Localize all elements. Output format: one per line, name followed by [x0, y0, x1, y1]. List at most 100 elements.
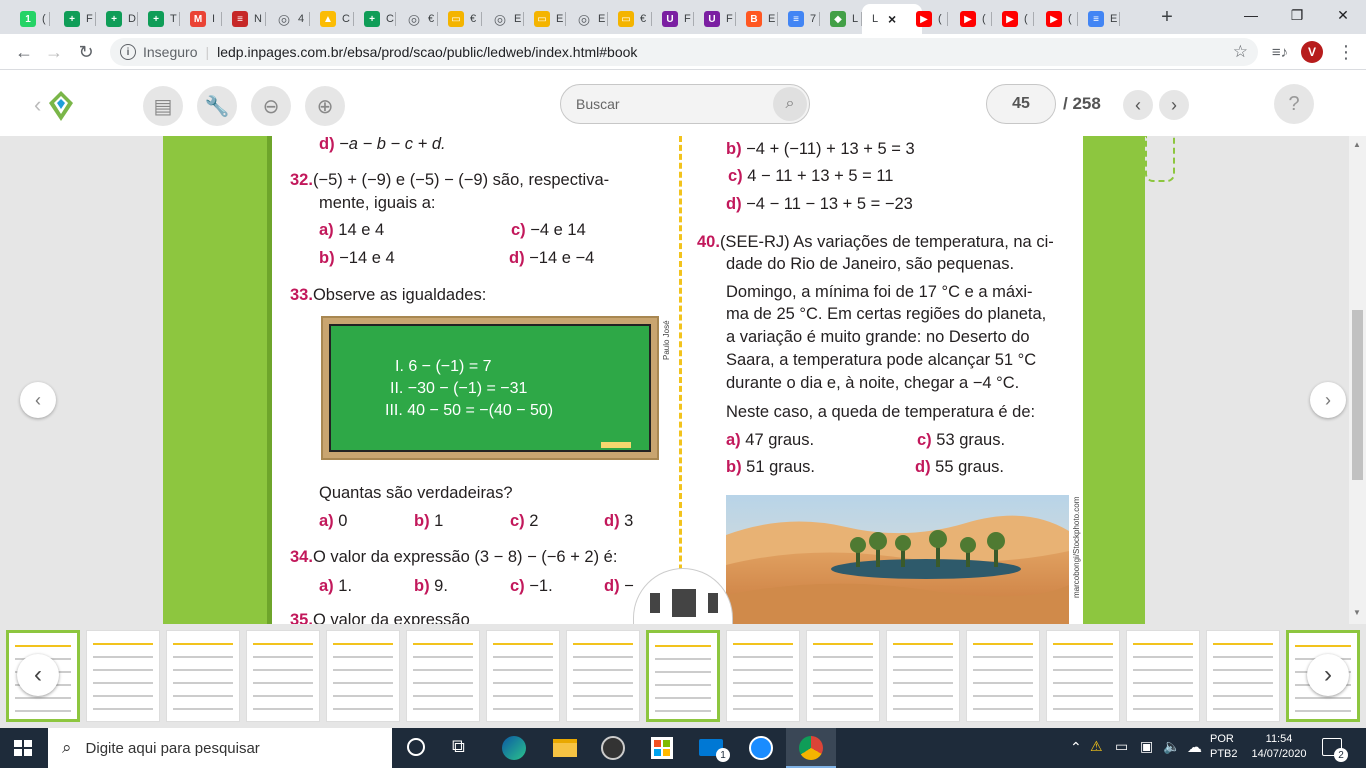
browser-tab[interactable]: ◎ E — [482, 4, 524, 34]
obs-icon[interactable] — [601, 736, 625, 760]
back-icon[interactable]: ← — [10, 38, 38, 66]
page-thumbnail[interactable] — [646, 630, 720, 722]
browser-tab[interactable]: ▶( — [992, 4, 1034, 34]
slides-icon: ▭ — [618, 11, 634, 27]
volume-icon[interactable]: 🔈 — [1163, 738, 1180, 755]
page-thumbnail[interactable] — [726, 630, 800, 722]
page-thumbnail[interactable] — [966, 630, 1040, 722]
page-thumbnail[interactable] — [1126, 630, 1200, 722]
browser-tab[interactable]: BE — [736, 4, 778, 34]
file-explorer-icon[interactable] — [553, 739, 577, 757]
next-page-chevron-icon[interactable]: › — [1159, 90, 1189, 120]
close-icon[interactable]: × — [884, 11, 900, 27]
browser-tab[interactable]: ◎ 4 — [266, 4, 310, 34]
info-icon[interactable]: i — [120, 44, 136, 60]
minimize-button[interactable]: — — [1228, 0, 1274, 30]
page-thumbnail[interactable] — [86, 630, 160, 722]
scrollbar-thumb[interactable] — [1352, 310, 1363, 480]
edge-icon[interactable] — [502, 736, 526, 760]
page-thumbnail[interactable] — [886, 630, 960, 722]
tray-warning-icon[interactable]: ⚠ — [1090, 738, 1103, 755]
browser-tab[interactable]: + D — [96, 4, 138, 34]
help-button[interactable]: ? — [1274, 84, 1314, 124]
browser-tab[interactable]: UF — [652, 4, 694, 34]
vertical-scrollbar[interactable]: ▲ ▼ — [1349, 136, 1366, 624]
search-icon[interactable]: ⌕ — [773, 87, 807, 121]
browser-tab[interactable]: + F — [54, 4, 96, 34]
thumbnails-next-icon[interactable]: › — [1307, 654, 1349, 696]
browser-tab[interactable]: ▶( — [950, 4, 992, 34]
browser-tab[interactable]: ◆ L — [820, 4, 862, 34]
book-index-icon[interactable]: ▤ — [143, 86, 183, 126]
page-thumbnail[interactable] — [806, 630, 880, 722]
clock[interactable]: 11:54 14/07/2020 — [1248, 732, 1310, 762]
store-icon[interactable] — [651, 737, 673, 759]
scroll-up-arrow[interactable]: ▲ — [1353, 140, 1361, 149]
browser-tab[interactable]: ▶( — [1036, 4, 1078, 34]
page-thumbnail[interactable] — [166, 630, 240, 722]
browser-tab[interactable]: ◎ € — [396, 4, 438, 34]
restore-button[interactable]: ❐ — [1274, 0, 1320, 30]
page-thumbnail[interactable] — [326, 630, 400, 722]
omnibox[interactable]: i Inseguro | ledp.inpages.com.br/ebsa/pr… — [110, 38, 1258, 66]
bookmark-ribbon-icon[interactable] — [1145, 136, 1175, 182]
prev-page-arrow-icon[interactable]: ‹ — [20, 382, 56, 418]
thumbnail-line — [413, 708, 473, 710]
reading-list-icon[interactable]: ≡♪ — [1266, 38, 1294, 66]
browser-tab[interactable]: ▭ € — [438, 4, 482, 34]
battery-icon[interactable]: ▣ — [1140, 738, 1153, 755]
browser-tab[interactable]: ▲ C — [310, 4, 354, 34]
browser-tab[interactable]: ≡ 7 — [778, 4, 820, 34]
avatar[interactable]: V — [1301, 41, 1323, 63]
browser-tab[interactable]: MI — [180, 4, 222, 34]
safari-icon[interactable] — [749, 736, 773, 760]
browser-tab[interactable]: UF — [694, 4, 736, 34]
new-tab-button[interactable]: + — [1155, 5, 1179, 29]
browser-tab[interactable]: ◎ E — [566, 4, 608, 34]
tray-chevron-icon[interactable]: ⌃ — [1070, 739, 1082, 756]
browser-tab[interactable]: ▶( — [906, 4, 948, 34]
url-text[interactable]: ledp.inpages.com.br/ebsa/prod/scao/publi… — [217, 44, 637, 60]
network-icon[interactable]: ▭ — [1115, 738, 1128, 755]
zoom-out-icon[interactable]: ⊖ — [251, 86, 291, 126]
reload-icon[interactable]: ↻ — [72, 38, 100, 66]
tab-label: F — [684, 13, 691, 25]
onedrive-icon[interactable]: ☁ — [1187, 738, 1202, 756]
forward-icon[interactable]: → — [40, 38, 68, 66]
page-thumbnail[interactable] — [246, 630, 320, 722]
chrome-taskbar-active[interactable] — [786, 728, 836, 768]
browser-tab[interactable]: + C — [354, 4, 396, 34]
cortana-icon[interactable] — [407, 738, 425, 756]
taskbar-search-input[interactable]: ⌕ Digite aqui para pesquisar — [48, 728, 392, 768]
scroll-down-arrow[interactable]: ▼ — [1353, 608, 1361, 617]
next-page-arrow-icon[interactable]: › — [1310, 382, 1346, 418]
wrench-icon[interactable]: 🔧 — [197, 86, 237, 126]
ledp-logo-icon[interactable] — [48, 90, 74, 127]
browser-tab[interactable]: ▭ E — [524, 4, 566, 34]
menu-kebab-icon[interactable]: ⋮ — [1332, 38, 1360, 66]
browser-tab[interactable]: + T — [138, 4, 180, 34]
bookmark-star-icon[interactable]: ☆ — [1233, 42, 1248, 62]
browser-tab[interactable]: ≡ N — [222, 4, 266, 34]
prev-page-chevron-icon[interactable]: ‹ — [1123, 90, 1153, 120]
page-thumbnail[interactable] — [1206, 630, 1280, 722]
page-left-border-stripe — [267, 136, 272, 624]
close-window-button[interactable]: ✕ — [1320, 0, 1366, 30]
language-indicator[interactable]: POR PTB2 — [1210, 732, 1238, 762]
browser-tab[interactable]: 1( — [10, 4, 50, 34]
page-thumbnail[interactable] — [1046, 630, 1120, 722]
page-thumbnail[interactable] — [486, 630, 560, 722]
back-chevron-icon[interactable]: ‹ — [34, 92, 41, 118]
page-number-input[interactable]: 45 — [986, 84, 1056, 124]
q33-option-a: a) 0 — [319, 511, 347, 531]
browser-tab[interactable]: ≡ E — [1078, 4, 1120, 34]
zoom-in-icon[interactable]: ⊕ — [305, 86, 345, 126]
windows-start-icon[interactable] — [14, 740, 32, 756]
reader-toolbar: ‹ ▤ 🔧 ⊖ ⊕ Buscar ⌕ 45 / 258 ‹ › ? — [0, 70, 1366, 136]
page-thumbnail[interactable] — [566, 630, 640, 722]
task-view-icon[interactable]: ⧉ — [452, 736, 465, 757]
page-thumbnail[interactable] — [406, 630, 480, 722]
browser-tab[interactable]: ▭ € — [608, 4, 652, 34]
thumbnails-prev-icon[interactable]: ‹ — [17, 654, 59, 696]
search-input[interactable]: Buscar ⌕ — [560, 84, 810, 124]
